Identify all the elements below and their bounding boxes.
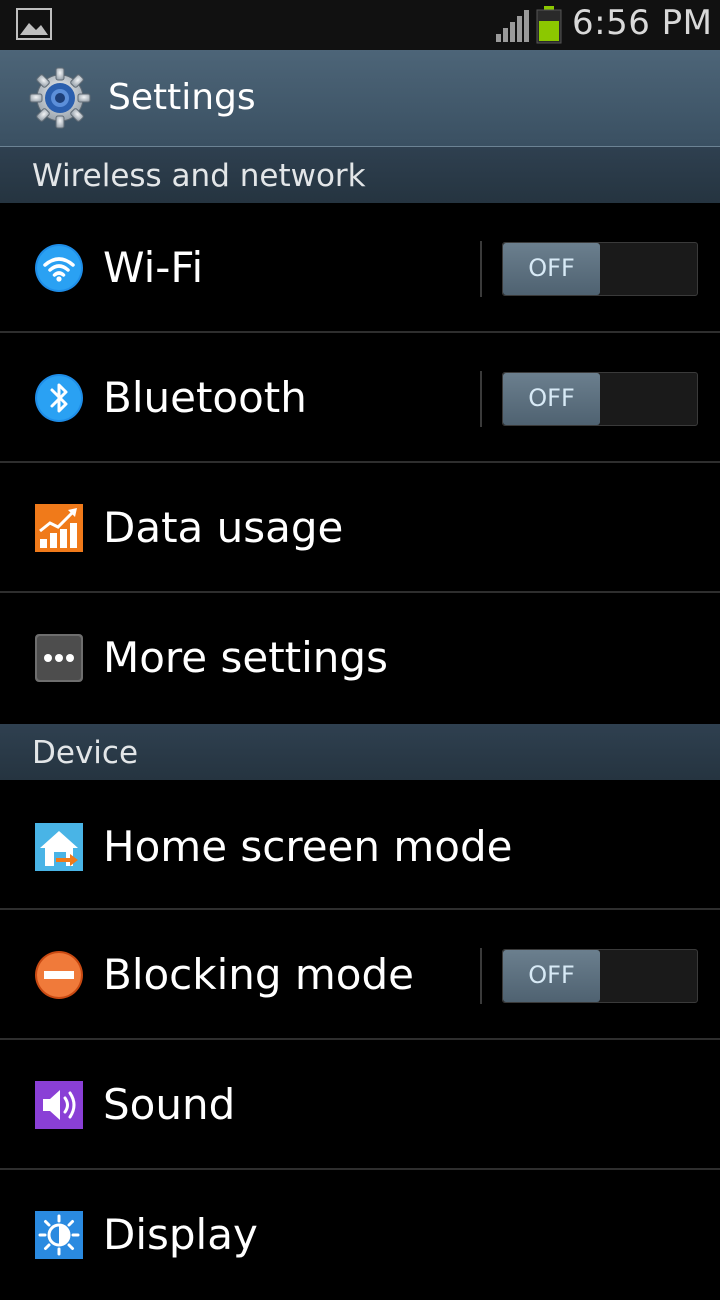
settings-item-data-usage[interactable]: Data usage (0, 463, 720, 593)
status-time: 6:56 PM (572, 3, 713, 43)
section-title: Wireless and network (32, 158, 366, 194)
settings-item-bluetooth[interactable]: Bluetooth OFF (0, 333, 720, 463)
toggle-knob: OFF (503, 373, 600, 425)
settings-item-blocking-mode[interactable]: Blocking mode OFF (0, 910, 720, 1040)
more-settings-icon (35, 634, 83, 682)
toggle-state: OFF (528, 961, 575, 989)
blocking-mode-icon (35, 951, 83, 999)
home-screen-mode-icon (35, 823, 83, 871)
item-label: More settings (103, 633, 388, 682)
toggle-divider (480, 241, 482, 297)
data-usage-icon (35, 504, 83, 552)
battery-icon (536, 6, 562, 44)
settings-item-display[interactable]: Display (0, 1170, 720, 1300)
settings-item-sound[interactable]: Sound (0, 1040, 720, 1170)
bluetooth-toggle[interactable]: OFF (502, 372, 698, 426)
toggle-knob: OFF (503, 950, 600, 1002)
item-label: Data usage (103, 503, 344, 552)
item-label: Display (103, 1210, 258, 1259)
section-header-device: Device (0, 724, 720, 780)
toggle-state: OFF (528, 254, 575, 282)
page-title: Settings (108, 77, 256, 118)
item-label: Wi-Fi (103, 243, 204, 292)
settings-item-more-settings[interactable]: More settings (0, 593, 720, 723)
toggle-knob: OFF (503, 243, 600, 295)
settings-item-home-screen-mode[interactable]: Home screen mode (0, 780, 720, 910)
wifi-toggle[interactable]: OFF (502, 242, 698, 296)
signal-strength-icon (496, 10, 529, 42)
action-bar: Settings (0, 50, 720, 147)
display-icon (35, 1211, 83, 1259)
item-label: Sound (103, 1080, 236, 1129)
item-label: Home screen mode (103, 822, 513, 871)
section-title: Device (32, 735, 139, 771)
toggle-state: OFF (528, 384, 575, 412)
wifi-icon (35, 244, 83, 292)
gallery-notification-icon (16, 8, 52, 40)
toggle-divider (480, 371, 482, 427)
status-bar: 6:56 PM (0, 0, 720, 50)
blocking-mode-toggle[interactable]: OFF (502, 949, 698, 1003)
settings-item-wifi[interactable]: Wi-Fi OFF (0, 203, 720, 333)
item-label: Bluetooth (103, 373, 307, 422)
bluetooth-icon (35, 374, 83, 422)
sound-icon (35, 1081, 83, 1129)
section-header-wireless: Wireless and network (0, 147, 720, 203)
item-label: Blocking mode (103, 950, 415, 999)
toggle-divider (480, 948, 482, 1004)
settings-gear-icon[interactable] (28, 66, 92, 130)
